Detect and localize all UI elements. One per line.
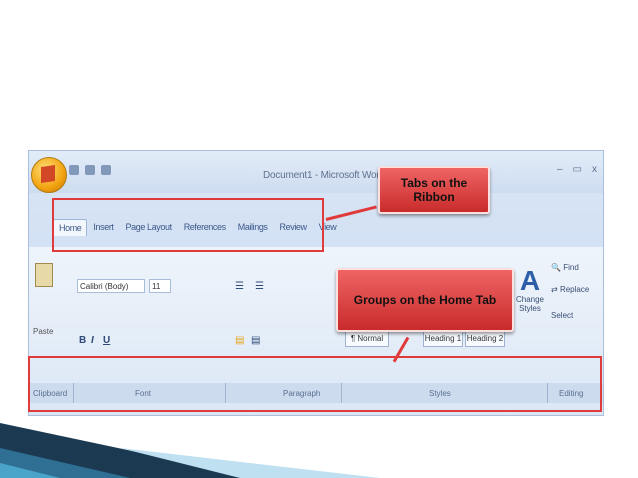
paste-icon [35, 263, 53, 287]
replace-button[interactable]: ⇄ Replace [551, 285, 589, 294]
font-size-select[interactable]: 11 [149, 279, 171, 293]
window-title: Document1 - Microsoft Word [263, 170, 385, 181]
tabs-callout: Tabs on the Ribbon [378, 166, 490, 214]
replace-icon: ⇄ [551, 285, 558, 294]
underline-icon[interactable]: U [103, 335, 110, 346]
slide-decoration [0, 423, 380, 478]
select-label: Select [551, 311, 574, 320]
find-icon: 🔍 [551, 263, 561, 272]
title-bar: Document1 - Microsoft Word – ▭ x [29, 151, 603, 193]
close-button[interactable]: x [592, 164, 597, 175]
redo-icon[interactable] [101, 165, 111, 175]
find-label: Find [563, 263, 579, 272]
align-center-icon[interactable]: ▤ [251, 335, 260, 346]
font-name-select[interactable]: Calibri (Body) [77, 279, 145, 293]
numbering-icon[interactable]: ☰ [255, 281, 264, 292]
groups-highlight-box [28, 356, 602, 412]
minimize-button[interactable]: – [557, 164, 563, 175]
paste-label: Paste [33, 327, 54, 336]
bold-icon[interactable]: B [79, 335, 86, 346]
window-controls: – ▭ x [557, 164, 597, 175]
quick-access-toolbar [69, 165, 111, 175]
find-button[interactable]: 🔍 Find [551, 263, 579, 272]
replace-label: Replace [559, 285, 590, 294]
change-styles-label: Change Styles [515, 295, 545, 313]
tabs-highlight-box [52, 198, 324, 252]
save-icon[interactable] [69, 165, 79, 175]
select-button[interactable]: Select [551, 311, 573, 320]
maximize-button[interactable]: ▭ [573, 164, 582, 175]
paste-button[interactable] [35, 263, 55, 303]
align-left-icon[interactable]: ▤ [235, 335, 244, 346]
bullets-icon[interactable]: ☰ [235, 281, 244, 292]
italic-icon[interactable]: I [91, 335, 94, 346]
groups-callout: Groups on the Home Tab [336, 268, 514, 332]
change-styles-icon: A [519, 265, 541, 296]
change-styles-button[interactable]: A Change Styles [515, 265, 545, 314]
undo-icon[interactable] [85, 165, 95, 175]
office-button-icon[interactable] [31, 157, 67, 193]
